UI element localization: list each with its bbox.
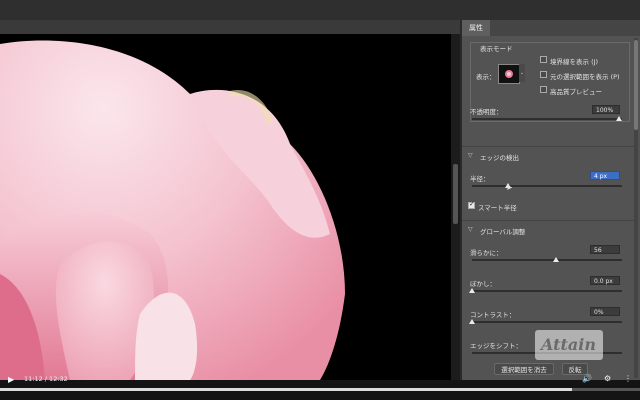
contrast-field[interactable]: 0%: [590, 307, 620, 316]
settings-icon[interactable]: ⚙: [604, 374, 611, 383]
rose-thumbnail-icon: [505, 70, 513, 78]
opacity-label: 不透明度：: [470, 108, 503, 116]
show-edge-checkbox[interactable]: [540, 56, 547, 63]
view-dropdown-button[interactable]: ⌄: [519, 64, 525, 82]
tab-properties[interactable]: 属性: [462, 20, 490, 36]
feather-slider-handle[interactable]: [469, 288, 475, 293]
edge-detection-heading[interactable]: エッジの検出: [480, 152, 519, 162]
video-progress-fill: [0, 388, 572, 391]
chevron-down-icon[interactable]: ▽: [468, 226, 473, 233]
more-options-icon[interactable]: ⋮: [624, 374, 632, 383]
global-refine-heading[interactable]: グローバル調整: [480, 226, 525, 236]
opacity-slider-track[interactable]: [472, 118, 622, 120]
contrast-label: コントラスト：: [470, 311, 516, 319]
rose-image: [0, 40, 345, 380]
smart-radius-checkbox[interactable]: [468, 200, 475, 209]
smooth-label: 滑らかに：: [470, 249, 503, 257]
feather-field[interactable]: 0.0 px: [590, 276, 620, 285]
high-quality-preview-label: 高品質プレビュー: [550, 88, 602, 96]
divider: [462, 146, 634, 147]
high-quality-preview-checkbox[interactable]: [540, 86, 547, 93]
feather-slider-track[interactable]: [472, 290, 622, 292]
radius-slider-track[interactable]: [472, 185, 622, 187]
playback-time: 11:12 / 12:32: [24, 375, 68, 383]
mouse-cursor-icon: ➤: [506, 183, 513, 192]
contrast-slider-handle[interactable]: [469, 319, 475, 324]
title-bar: [0, 0, 640, 20]
volume-icon[interactable]: 🔊: [582, 374, 592, 383]
canvas-scrollbar[interactable]: [451, 34, 460, 380]
scrollbar-thumb[interactable]: [453, 164, 458, 224]
play-icon[interactable]: ▶: [8, 375, 14, 384]
radius-label: 半径：: [470, 175, 490, 183]
divider: [462, 220, 634, 221]
watermark-logo: Attain: [535, 330, 603, 360]
clear-selection-button[interactable]: 選択範囲を消去: [494, 363, 554, 375]
chevron-down-icon[interactable]: ▽: [468, 152, 473, 159]
view-thumbnail[interactable]: [498, 64, 520, 84]
smooth-field[interactable]: 56: [590, 245, 620, 254]
video-progress-bar[interactable]: [0, 388, 640, 391]
properties-panel: 属性 表示モード 表示： ⌄ 境界線を表示 (J) 元の選択範囲を表示 (P) …: [462, 20, 640, 380]
contrast-slider-track[interactable]: [472, 321, 622, 323]
radius-field[interactable]: 4 px: [590, 171, 620, 180]
image-canvas[interactable]: [0, 34, 460, 380]
panel-scrollbar[interactable]: [634, 38, 638, 378]
show-original-checkbox[interactable]: [540, 71, 547, 78]
shift-edge-label: エッジをシフト：: [470, 342, 522, 350]
feather-label: ぼかし：: [470, 280, 496, 288]
panel-scrollbar-thumb[interactable]: [634, 40, 638, 130]
smooth-slider-track[interactable]: [472, 259, 622, 261]
opacity-slider-handle[interactable]: [616, 116, 622, 121]
opacity-field[interactable]: 100%: [592, 105, 620, 114]
view-mode-heading: 表示モード: [480, 45, 513, 53]
view-label: 表示：: [476, 73, 496, 81]
smart-radius-label: スマート半径: [478, 204, 517, 212]
show-edge-label: 境界線を表示 (J): [550, 58, 599, 66]
smooth-slider-handle[interactable]: [553, 257, 559, 262]
show-original-label: 元の選択範囲を表示 (P): [550, 73, 620, 81]
document-tab-strip: [0, 20, 460, 34]
